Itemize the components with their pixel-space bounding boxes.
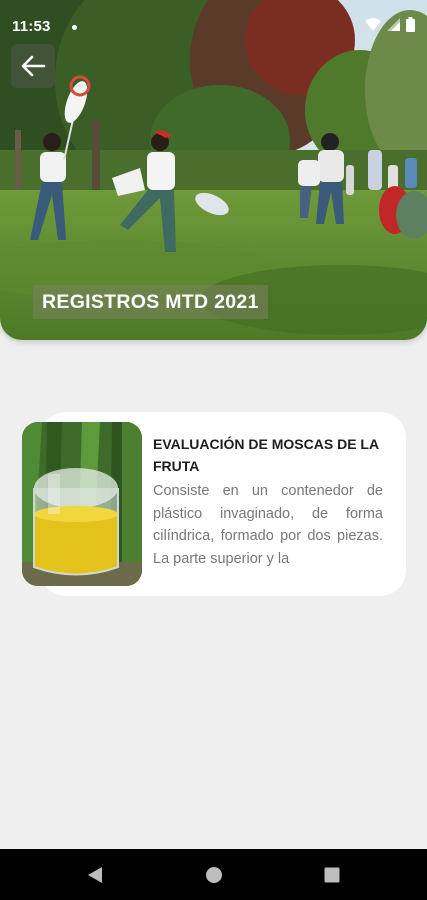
system-nav-bar bbox=[0, 849, 427, 900]
battery-icon bbox=[406, 17, 415, 32]
notification-dot-icon bbox=[72, 25, 77, 30]
status-icons bbox=[365, 17, 415, 32]
page-title: REGISTROS MTD 2021 bbox=[33, 285, 268, 319]
status-bar: 11:53 bbox=[0, 0, 427, 40]
card-description: Consiste en un contenedor de plástico in… bbox=[153, 483, 383, 567]
nav-recents-button[interactable] bbox=[320, 863, 344, 887]
recents-square-icon bbox=[324, 867, 340, 883]
card-thumbnail bbox=[22, 422, 142, 586]
fruit-fly-trap-photo bbox=[22, 422, 142, 586]
back-triangle-icon bbox=[88, 867, 102, 883]
screen: 11:53 REGISTROS MTD 2021 EVALUACIÓN DE M… bbox=[0, 0, 427, 900]
nav-back-button[interactable] bbox=[83, 863, 107, 887]
status-time: 11:53 bbox=[12, 18, 51, 35]
signal-icon bbox=[387, 18, 400, 31]
home-circle-icon bbox=[206, 867, 222, 883]
back-button[interactable] bbox=[11, 44, 55, 88]
nav-home-button[interactable] bbox=[202, 863, 226, 887]
card-title: EVALUACIÓN DE MOSCAS DE LA FRUTA bbox=[153, 436, 379, 474]
card-text: EVALUACIÓN DE MOSCAS DE LA FRUTA Consist… bbox=[153, 433, 383, 572]
arrow-left-icon bbox=[21, 55, 46, 77]
wifi-icon bbox=[365, 18, 381, 31]
